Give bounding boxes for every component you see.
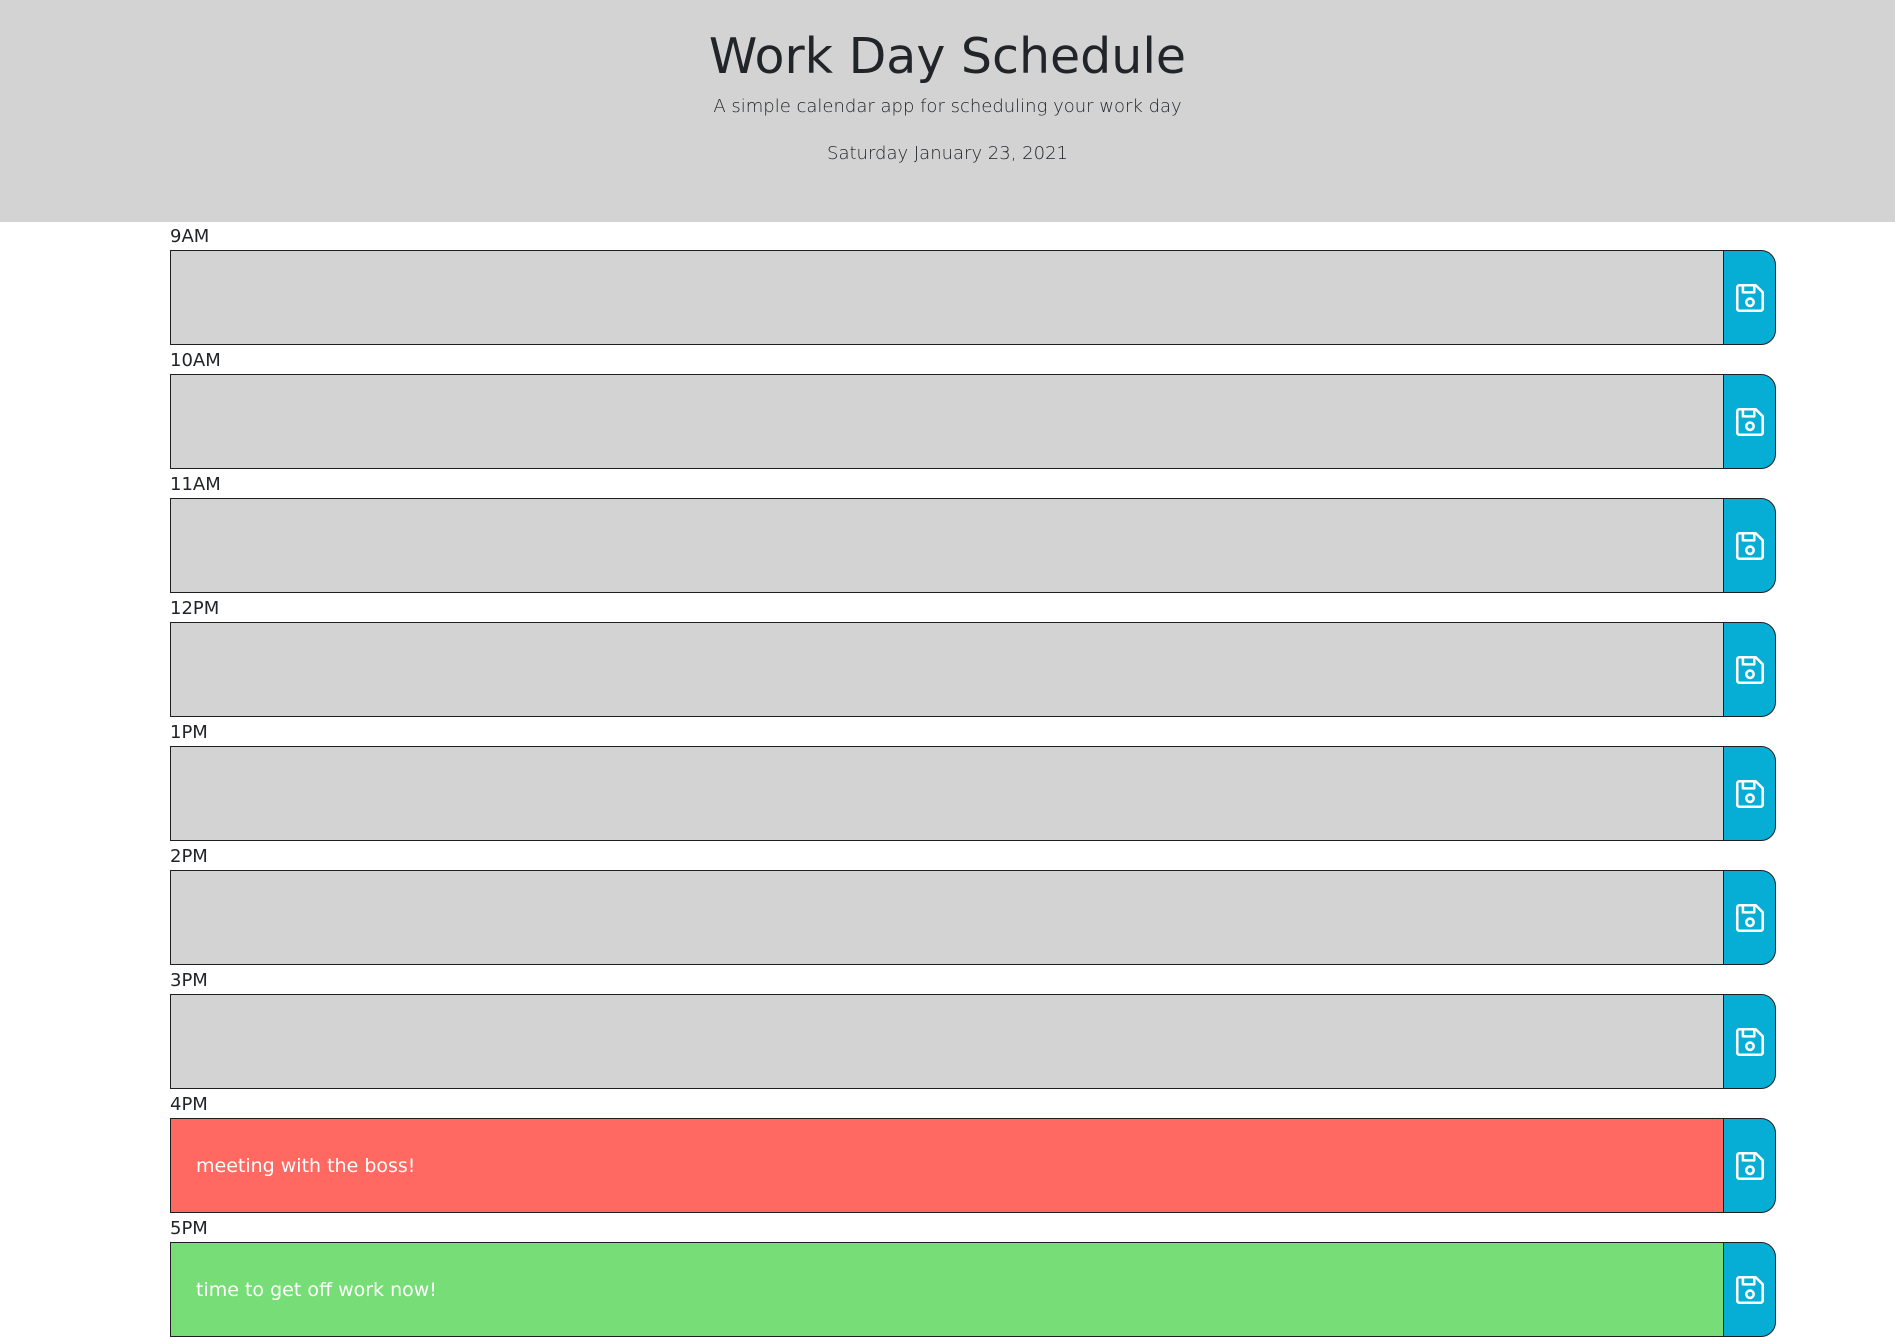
time-block-11am: 11AM [170, 470, 1777, 594]
time-block-4pm: 4PM meeting with the boss! [170, 1090, 1777, 1214]
save-icon [1735, 655, 1764, 684]
time-block-5pm: 5PM time to get off work now! [170, 1214, 1777, 1338]
schedule-container: 9AM 10AM 11AM 12PM 1PM 2PM 3PM 4PM meeti… [170, 222, 1777, 1338]
save-button[interactable] [1723, 498, 1776, 593]
hour-label: 4PM [170, 1094, 208, 1115]
description-field[interactable] [170, 870, 1723, 965]
hour-label: 1PM [170, 722, 208, 743]
hour-label: 9AM [170, 226, 210, 247]
hour-label: 11AM [170, 474, 221, 495]
hour-label: 12PM [170, 598, 220, 619]
description-field[interactable] [170, 250, 1723, 345]
hour-label: 2PM [170, 846, 208, 867]
hour-label: 3PM [170, 970, 208, 991]
save-icon [1735, 779, 1764, 808]
save-icon [1735, 1151, 1764, 1180]
hour-label: 10AM [170, 350, 221, 371]
save-button[interactable] [1723, 994, 1776, 1089]
time-block-10am: 10AM [170, 346, 1777, 470]
save-button[interactable] [1723, 746, 1776, 841]
time-block-2pm: 2PM [170, 842, 1777, 966]
save-icon [1735, 1027, 1764, 1056]
save-button[interactable] [1723, 1118, 1776, 1213]
save-button[interactable] [1723, 374, 1776, 469]
save-button[interactable] [1723, 1242, 1776, 1337]
time-block-3pm: 3PM [170, 966, 1777, 1090]
description-field[interactable] [170, 374, 1723, 469]
save-icon [1735, 903, 1764, 932]
time-block-1pm: 1PM [170, 718, 1777, 842]
current-day: Saturday January 23, 2021 [827, 143, 1068, 164]
time-block-12pm: 12PM [170, 594, 1777, 718]
description-field[interactable] [170, 746, 1723, 841]
hour-label: 5PM [170, 1218, 208, 1239]
save-icon [1735, 531, 1764, 560]
description-field[interactable] [170, 498, 1723, 593]
description-field[interactable]: meeting with the boss! [170, 1118, 1723, 1213]
page-subtitle: A simple calendar app for scheduling you… [713, 96, 1182, 117]
save-icon [1735, 283, 1764, 312]
save-button[interactable] [1723, 250, 1776, 345]
page-title: Work Day Schedule [708, 28, 1187, 85]
time-block-9am: 9AM [170, 222, 1777, 346]
description-field[interactable] [170, 622, 1723, 717]
description-field[interactable] [170, 994, 1723, 1089]
header: Work Day Schedule A simple calendar app … [0, 0, 1895, 222]
save-icon [1735, 407, 1764, 436]
description-field[interactable]: time to get off work now! [170, 1242, 1723, 1337]
save-button[interactable] [1723, 870, 1776, 965]
save-icon [1735, 1275, 1764, 1304]
save-button[interactable] [1723, 622, 1776, 717]
